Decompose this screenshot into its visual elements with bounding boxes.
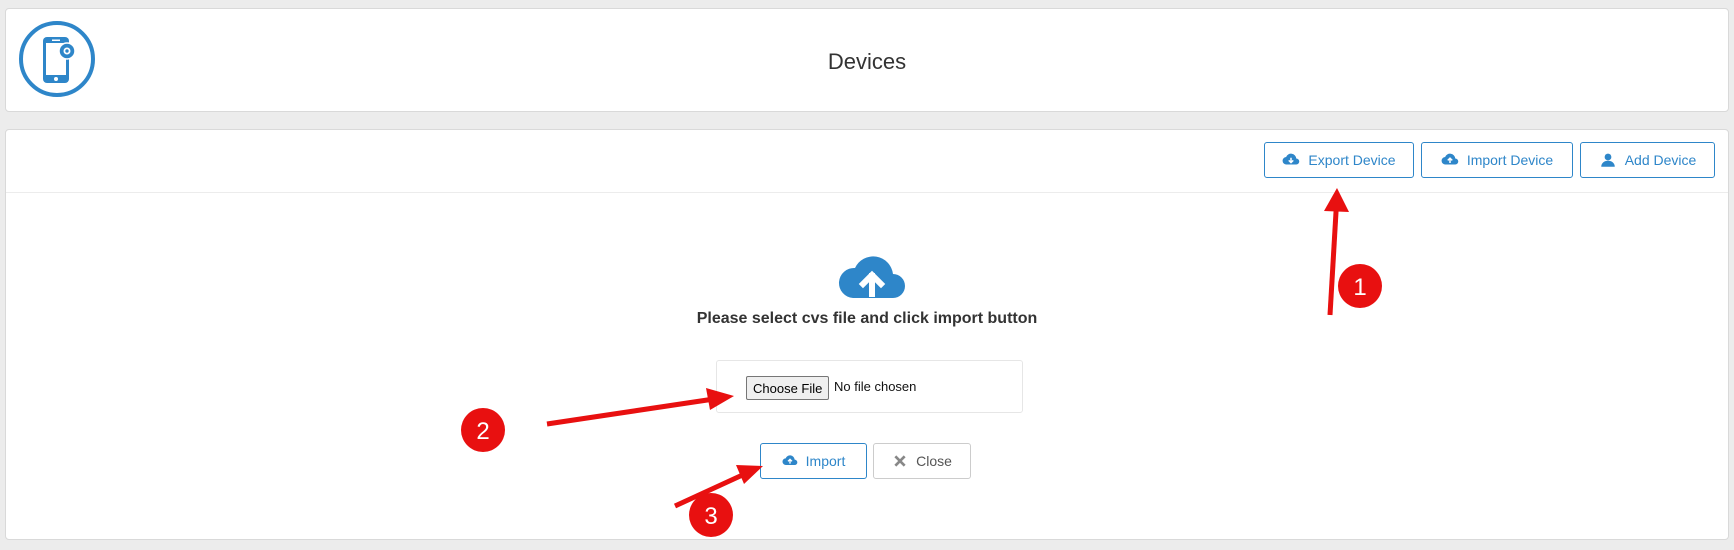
export-device-label: Export Device <box>1308 152 1396 168</box>
cloud-upload-icon <box>782 455 797 466</box>
cloud-upload-icon <box>1441 153 1459 165</box>
close-button[interactable]: Close <box>873 443 971 479</box>
export-device-button[interactable]: Export Device <box>1264 142 1414 178</box>
cloud-download-icon <box>1282 153 1300 165</box>
header-card: Devices <box>5 8 1729 112</box>
toolbar: Export Device Import Device Add Device <box>6 130 1728 193</box>
page-title: Devices <box>827 49 907 74</box>
import-label: Import <box>805 453 846 469</box>
user-icon <box>1600 153 1615 167</box>
add-device-button[interactable]: Add Device <box>1580 142 1715 178</box>
cloud-upload-icon <box>837 254 907 304</box>
import-button[interactable]: Import <box>760 443 867 479</box>
choose-file-button[interactable]: Choose File <box>746 376 830 400</box>
close-icon <box>894 455 906 467</box>
main-card: Export Device Import Device Add Device P… <box>5 129 1729 540</box>
import-device-label: Import Device <box>1466 152 1554 168</box>
add-device-label: Add Device <box>1624 152 1697 168</box>
close-label: Close <box>916 453 952 469</box>
upload-instructions: Please select cvs file and click import … <box>696 310 1038 327</box>
file-status-text: No file chosen <box>834 379 917 394</box>
import-device-button[interactable]: Import Device <box>1421 142 1573 178</box>
file-input-container: Choose File No file chosen <box>716 360 1023 413</box>
